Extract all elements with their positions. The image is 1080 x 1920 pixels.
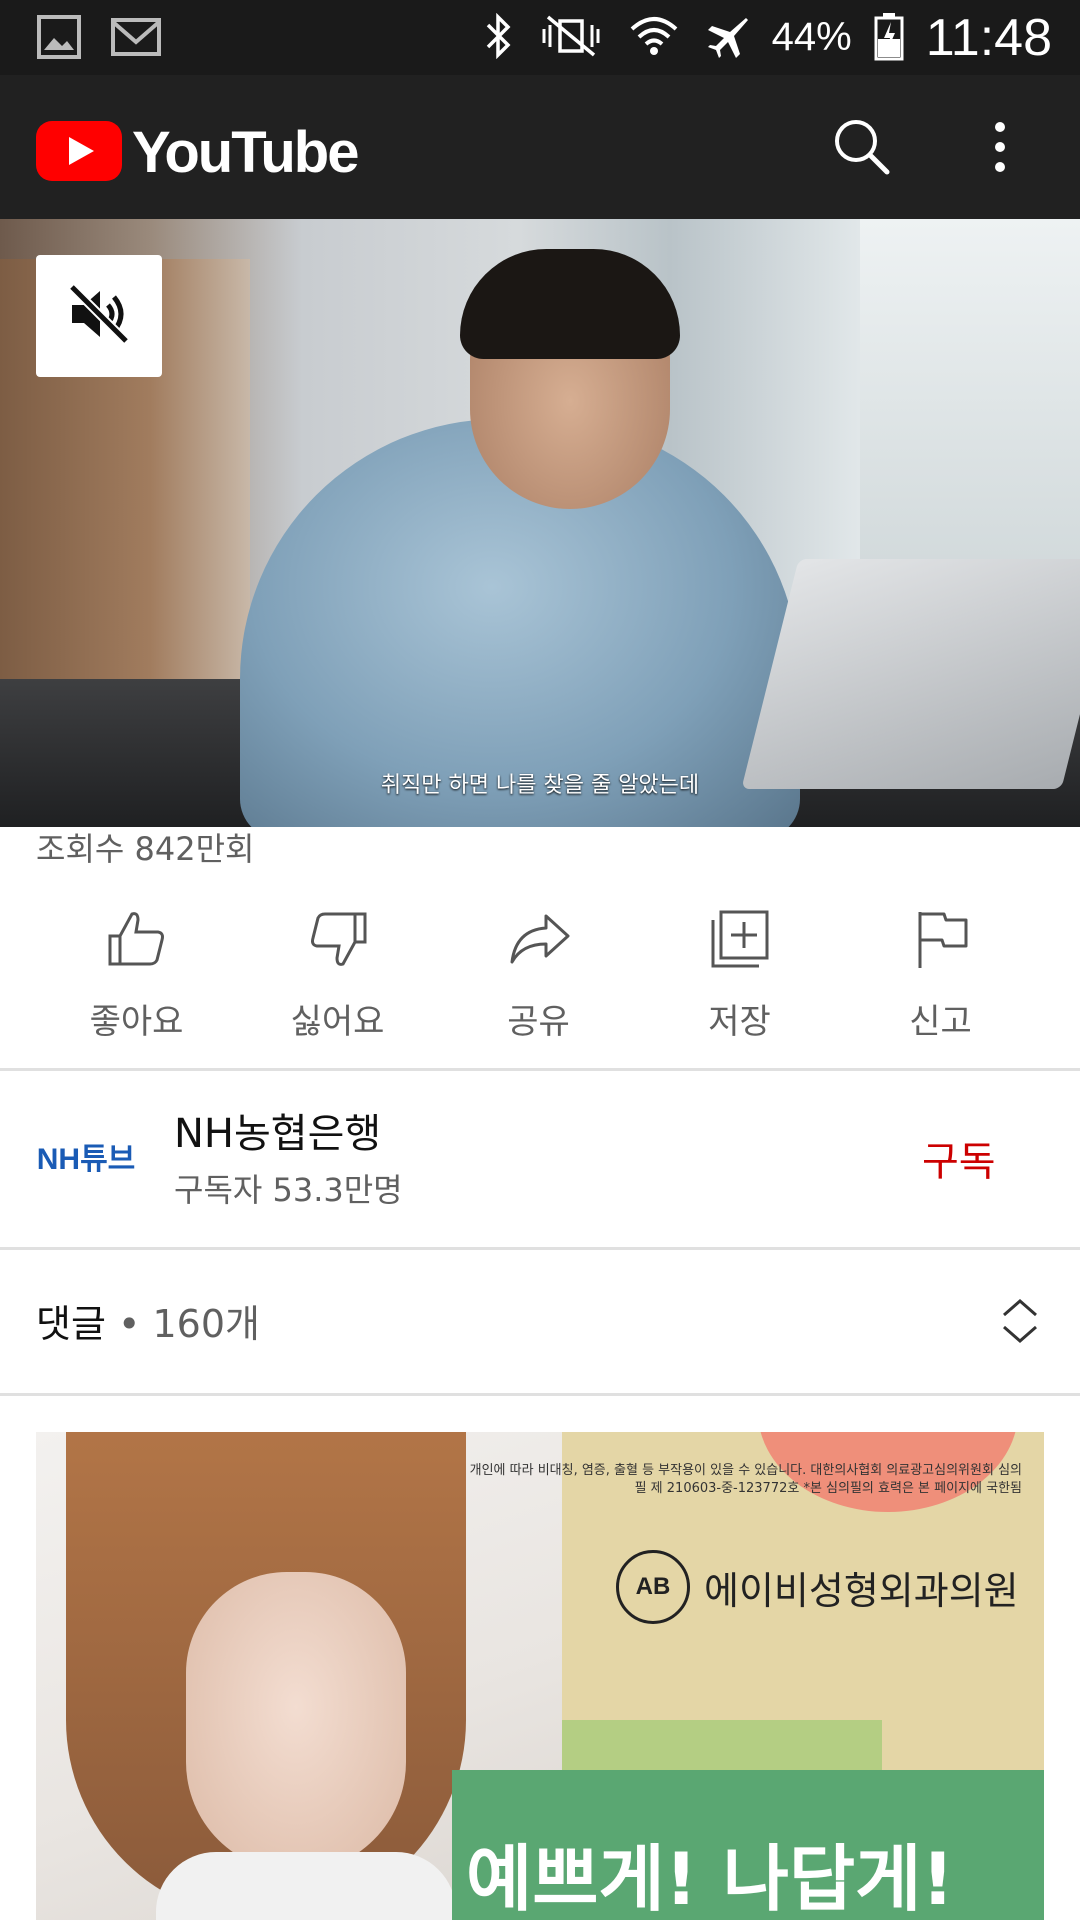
dislike-label: 싫어요: [290, 1002, 385, 1042]
airplane-mode-icon: [702, 12, 750, 64]
save-button[interactable]: 저장: [639, 890, 840, 1070]
comments-count: • 160개: [105, 1302, 260, 1346]
share-label: 공유: [507, 1002, 570, 1042]
share-icon: [510, 914, 569, 964]
gallery-icon: [36, 14, 82, 64]
report-label: 신고: [909, 1002, 972, 1042]
ad-banner[interactable]: 개인에 따라 비대칭, 염증, 출혈 등 부작용이 있을 수 있습니다. 대한의…: [36, 1432, 1044, 1920]
wifi-icon: [628, 11, 680, 65]
clock: 11:48: [925, 8, 1052, 67]
ad-clinic: AB 에이비성형외과의원: [616, 1550, 1019, 1624]
thumb-up-icon: [108, 912, 164, 966]
subscriber-count: 구독자 53.3만명: [174, 1171, 403, 1209]
dislike-button[interactable]: 싫어요: [237, 890, 438, 1070]
save-label: 저장: [708, 1002, 771, 1042]
like-button[interactable]: 좋아요: [36, 890, 237, 1070]
channel-avatar-text: NH튜브: [36, 1143, 136, 1176]
subscribe-button[interactable]: 구독: [922, 1129, 996, 1187]
report-button[interactable]: 신고: [840, 890, 1041, 1070]
video-player[interactable]: 취직만 하면 나를 찾을 줄 알았는데: [0, 219, 1080, 827]
ad-slogan: 예쁘게! 나답게!: [466, 1837, 955, 1920]
app-bar: YouTube: [0, 75, 1080, 219]
channel-avatar[interactable]: NH튜브: [36, 1113, 136, 1199]
share-button[interactable]: 공유: [438, 890, 639, 1070]
battery-percent: 44%: [771, 15, 852, 59]
video-subtitle: 취직만 하면 나를 찾을 줄 알았는데: [380, 773, 700, 798]
youtube-logo-text: YouTube: [132, 120, 359, 185]
view-count: 조회수 842만회: [36, 830, 255, 868]
action-row: 좋아요 싫어요 공유 저장 신고: [0, 890, 1080, 1070]
divider: [0, 1393, 1080, 1396]
clinic-name: 에이비성형외과의원: [704, 1568, 1019, 1613]
channel-row[interactable]: NH튜브 NH농협은행 구독자 53.3만명 구독: [0, 1071, 1080, 1247]
video-frame-laptop: [741, 559, 1080, 789]
thumb-down-icon: [310, 912, 366, 966]
gmail-icon: [110, 14, 162, 64]
search-icon[interactable]: [832, 117, 892, 177]
volume-off-icon: [64, 279, 134, 353]
status-bar: 44% 11:48: [0, 0, 1080, 75]
add-to-playlist-icon: [711, 910, 768, 968]
vibrate-off-icon: [536, 13, 606, 63]
channel-name[interactable]: NH농협은행: [174, 1101, 381, 1159]
like-label: 좋아요: [89, 1002, 184, 1042]
flag-icon: [918, 912, 967, 968]
battery-icon: [874, 11, 904, 65]
comments-title: 댓글: [36, 1302, 106, 1346]
bluetooth-icon: [484, 12, 514, 63]
more-options-icon[interactable]: [980, 117, 1020, 177]
mute-button[interactable]: [36, 255, 162, 377]
youtube-logo[interactable]: YouTube: [36, 119, 359, 186]
comments-header[interactable]: 댓글 • 160개: [0, 1249, 1080, 1393]
clinic-logo: AB: [616, 1550, 690, 1624]
ad-disclaimer: 개인에 따라 비대칭, 염증, 출혈 등 부작용이 있을 수 있습니다. 대한의…: [469, 1463, 1022, 1496]
youtube-play-icon: [36, 120, 122, 185]
expand-collapse-icon[interactable]: [998, 1295, 1042, 1347]
